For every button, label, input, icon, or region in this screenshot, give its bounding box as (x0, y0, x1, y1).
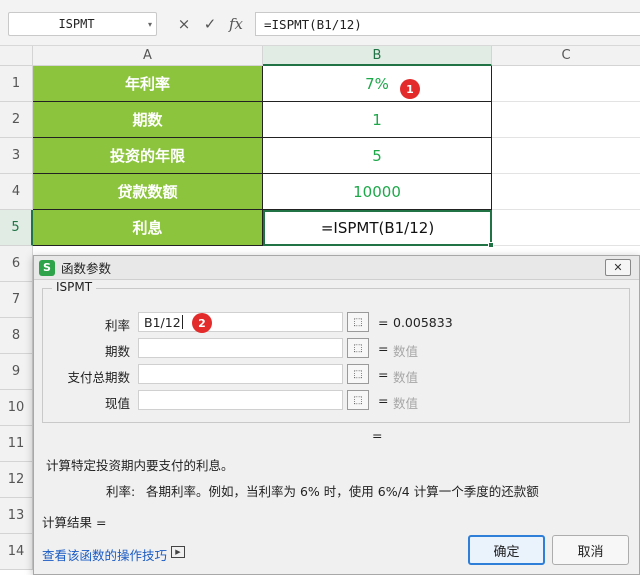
arg-result-nper: 数值 (393, 344, 419, 359)
row-header[interactable]: 1 (0, 66, 33, 102)
row-header[interactable]: 3 (0, 138, 33, 174)
formula-bar: ISPMT ▾ × ✓ fx =ISPMT(B1/12) (0, 0, 640, 46)
cell-c3[interactable] (492, 138, 640, 174)
row-header[interactable]: 12 (0, 462, 33, 498)
fx-icon[interactable]: fx (225, 12, 247, 36)
arg-label-rate: 利率 (104, 318, 130, 333)
dialog-title-bar[interactable]: S 函数参数 ✕ (34, 256, 639, 280)
cell-b3[interactable]: 5 (263, 138, 492, 174)
name-box-text: ISPMT (58, 17, 95, 31)
cell-a1[interactable]: 年利率 (33, 66, 263, 102)
row-header[interactable]: 6 (0, 246, 33, 282)
calc-result-label: 计算结果 = (42, 515, 107, 530)
row-header[interactable]: 10 (0, 390, 33, 426)
name-box[interactable]: ISPMT ▾ (8, 12, 157, 36)
cell-c4[interactable] (492, 174, 640, 210)
arg-input-total-periods[interactable] (138, 364, 343, 384)
arg-eq: = (378, 367, 389, 382)
cell-b4[interactable]: 10000 (263, 174, 492, 210)
group-label: ISPMT (52, 280, 97, 294)
cell-c1[interactable] (492, 66, 640, 102)
row-header[interactable]: 8 (0, 318, 33, 354)
cell-a4[interactable]: 贷款数额 (33, 174, 263, 210)
collapse-range-icon[interactable]: ⬚ (347, 338, 369, 358)
fill-handle[interactable] (488, 242, 494, 248)
select-all-corner[interactable] (0, 46, 33, 66)
arg-result-rate: 0.005833 (393, 315, 453, 330)
text-caret (181, 315, 183, 329)
cell-a3[interactable]: 投资的年限 (33, 138, 263, 174)
row-header[interactable]: 4 (0, 174, 33, 210)
arg-eq: = (378, 393, 389, 408)
cell-b5-active[interactable]: =ISPMT(B1/12) (263, 210, 492, 246)
cell-c5[interactable] (492, 210, 640, 246)
step-badge-1: 1 (400, 79, 420, 99)
row-header[interactable]: 7 (0, 282, 33, 318)
cell-b1[interactable]: 7% (263, 66, 492, 102)
formula-input[interactable]: =ISPMT(B1/12) (255, 12, 640, 36)
arg-label-total-periods: 支付总期数 (67, 370, 130, 385)
cell-c2[interactable] (492, 102, 640, 138)
arg-eq: = (378, 341, 389, 356)
row-header[interactable]: 5 (0, 210, 33, 246)
cell-a2[interactable]: 期数 (33, 102, 263, 138)
close-icon[interactable]: ✕ (605, 259, 631, 276)
param-description: 各期利率。例如，当利率为 6% 时，使用 6%/4 计算一个季度的还款额 (146, 484, 539, 499)
collapse-range-icon[interactable]: ⬚ (347, 364, 369, 384)
function-result-eq: = (372, 428, 383, 443)
wps-logo-icon: S (39, 259, 55, 276)
row-header[interactable]: 13 (0, 498, 33, 534)
arg-result-total-periods: 数值 (393, 370, 419, 385)
cancel-formula-icon[interactable]: × (173, 12, 195, 36)
arg-label-nper: 期数 (104, 344, 130, 359)
arg-input-nper[interactable] (138, 338, 343, 358)
function-arguments-dialog: S 函数参数 ✕ ISPMT 利率 B1/12 ⬚ = 0.005833 期数 … (33, 255, 640, 575)
row-header[interactable]: 14 (0, 534, 33, 570)
column-header-b[interactable]: B (263, 46, 492, 66)
arg-eq: = (378, 315, 389, 330)
row-header[interactable]: 2 (0, 102, 33, 138)
ok-button[interactable]: 确定 (468, 535, 545, 565)
cell-b2[interactable]: 1 (263, 102, 492, 138)
arg-input-rate[interactable]: B1/12 (138, 312, 343, 332)
arg-label-pv: 现值 (104, 396, 130, 411)
cancel-button[interactable]: 取消 (552, 535, 629, 565)
function-description: 计算特定投资期内要支付的利息。 (46, 458, 234, 473)
arg-input-rate-value: B1/12 (144, 314, 181, 330)
help-link[interactable]: 查看该函数的操作技巧 (42, 545, 167, 564)
confirm-formula-icon[interactable]: ✓ (199, 12, 221, 36)
video-play-icon[interactable]: ▶ (171, 546, 185, 558)
dialog-title: 函数参数 (61, 261, 112, 276)
cell-a5[interactable]: 利息 (33, 210, 263, 246)
step-badge-2: 2 (192, 313, 212, 333)
chevron-down-icon[interactable]: ▾ (144, 20, 156, 29)
column-header-c[interactable]: C (492, 46, 640, 66)
param-name: 利率: (106, 484, 136, 499)
collapse-range-icon[interactable]: ⬚ (347, 312, 369, 332)
row-header[interactable]: 9 (0, 354, 33, 390)
row-header[interactable]: 11 (0, 426, 33, 462)
collapse-range-icon[interactable]: ⬚ (347, 390, 369, 410)
arg-result-pv: 数值 (393, 396, 419, 411)
arg-input-pv[interactable] (138, 390, 343, 410)
column-header-a[interactable]: A (33, 46, 263, 66)
